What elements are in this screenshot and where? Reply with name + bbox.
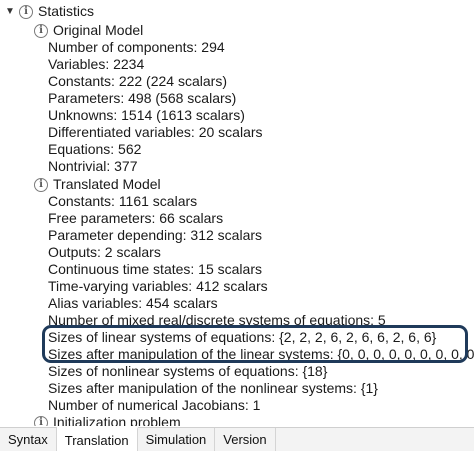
tree-node-translated-model[interactable]: i Translated Model bbox=[34, 176, 161, 193]
tree-item: Equations: 562 bbox=[48, 141, 142, 157]
tree-node-label: Statistics bbox=[38, 3, 95, 19]
tree-item: Constants: 1161 scalars bbox=[48, 193, 198, 209]
tab-simulation[interactable]: Simulation bbox=[137, 428, 216, 451]
highlight-box bbox=[42, 325, 468, 363]
tab-version[interactable]: Version bbox=[215, 428, 276, 451]
tree-item: Sizes after manipulation of the nonlinea… bbox=[48, 380, 378, 396]
tree-item: Sizes of nonlinear systems of equations:… bbox=[48, 363, 328, 379]
tree-item: Free parameters: 66 scalars bbox=[48, 210, 224, 226]
tree-item: Number of numerical Jacobians: 1 bbox=[48, 397, 261, 413]
tree-item: Variables: 2234 bbox=[48, 56, 145, 72]
tree-node-label: Initialization problem bbox=[53, 414, 181, 426]
info-icon: i bbox=[19, 4, 33, 19]
bottom-tab-bar: Syntax Translation Simulation Version bbox=[0, 427, 474, 451]
tree-item: Constants: 222 (224 scalars) bbox=[48, 73, 227, 89]
tree-item: Number of components: 294 bbox=[48, 39, 225, 55]
tree-item: Continuous time states: 15 scalars bbox=[48, 261, 262, 277]
tree-item: Unknowns: 1514 (1613 scalars) bbox=[48, 107, 245, 123]
info-icon: i bbox=[34, 415, 48, 426]
tree-node-label: Original Model bbox=[53, 22, 144, 38]
tree-item: Time-varying variables: 412 scalars bbox=[48, 278, 268, 294]
chevron-down-icon[interactable]: ▼ bbox=[4, 3, 16, 20]
tree-item: Alias variables: 454 scalars bbox=[48, 295, 218, 311]
tree-item: Outputs: 2 scalars bbox=[48, 244, 161, 260]
tree-item: Nontrivial: 377 bbox=[48, 158, 138, 174]
tab-translation[interactable]: Translation bbox=[56, 427, 138, 451]
tab-syntax[interactable]: Syntax bbox=[0, 428, 57, 451]
info-icon: i bbox=[34, 23, 48, 38]
tree-node-original-model[interactable]: i Original Model bbox=[34, 22, 143, 39]
tree-item: Parameters: 498 (568 scalars) bbox=[48, 90, 237, 106]
tree-item: Differentiated variables: 20 scalars bbox=[48, 124, 263, 140]
info-icon: i bbox=[34, 177, 48, 192]
tree-node-statistics[interactable]: ▼ i Statistics bbox=[4, 3, 94, 20]
tree-item: Parameter depending: 312 scalars bbox=[48, 227, 263, 243]
tree-node-initialization-problem[interactable]: i Initialization problem bbox=[34, 414, 181, 426]
tree-node-label: Translated Model bbox=[53, 176, 161, 192]
